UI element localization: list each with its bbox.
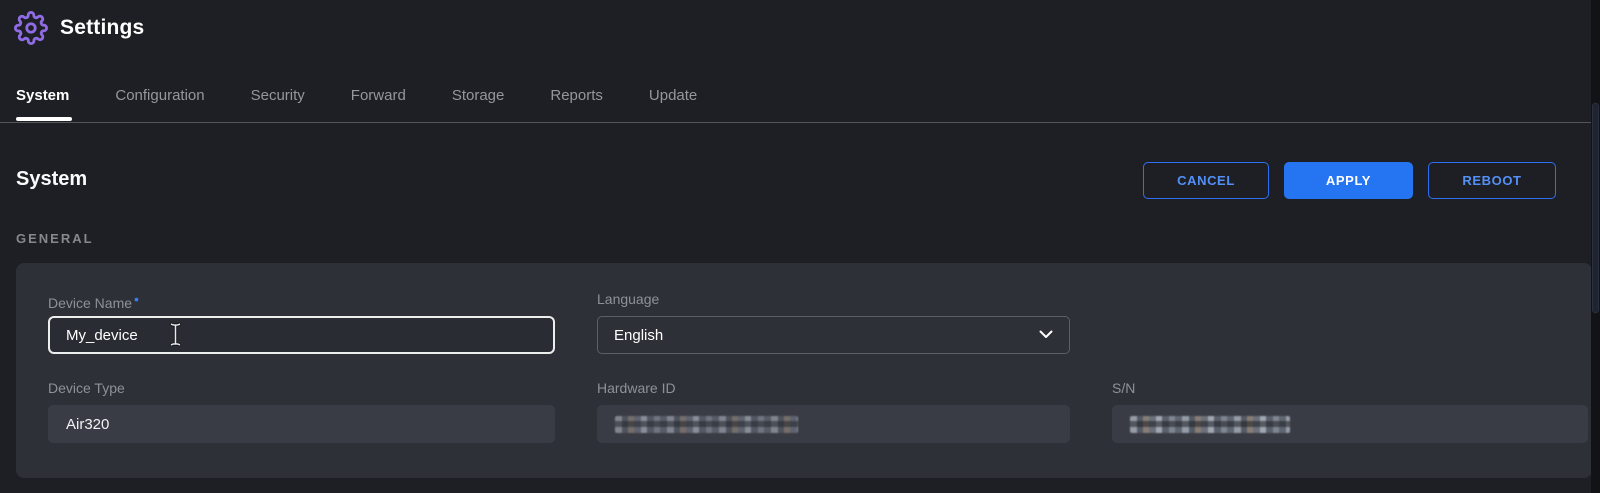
device-type-label: Device Type <box>48 380 555 397</box>
device-type-value: Air320 <box>48 405 555 443</box>
hardware-id-label: Hardware ID <box>597 380 1070 397</box>
chevron-down-icon <box>1039 326 1053 344</box>
scrollbar-thumb[interactable] <box>1592 103 1599 313</box>
gear-icon <box>13 10 49 46</box>
redacted-value <box>615 416 798 433</box>
language-select[interactable]: English <box>597 316 1070 354</box>
tab-storage[interactable]: Storage <box>452 87 505 112</box>
serial-number-label: S/N <box>1112 380 1588 397</box>
device-name-field: Device Name• <box>48 291 555 354</box>
tab-divider <box>0 122 1591 123</box>
tab-security[interactable]: Security <box>251 87 305 112</box>
tab-system[interactable]: System <box>16 87 69 112</box>
hardware-id-field: Hardware ID <box>597 380 1070 443</box>
reboot-button[interactable]: REBOOT <box>1428 162 1556 199</box>
tab-reports[interactable]: Reports <box>550 87 603 112</box>
cancel-button[interactable]: CANCEL <box>1143 162 1269 199</box>
page-title: System <box>16 168 87 191</box>
hardware-id-value <box>597 405 1070 443</box>
apply-button[interactable]: APPLY <box>1284 162 1413 199</box>
tab-forward[interactable]: Forward <box>351 87 406 112</box>
device-type-field: Device Type Air320 <box>48 380 555 443</box>
serial-number-value <box>1112 405 1588 443</box>
app-title: Settings <box>60 16 144 40</box>
serial-number-field: S/N <box>1112 380 1588 443</box>
tab-bar: System Configuration Security Forward St… <box>16 87 697 112</box>
required-marker: • <box>134 291 139 307</box>
tab-update[interactable]: Update <box>649 87 697 112</box>
device-name-label: Device Name• <box>48 291 555 308</box>
language-selected-value: English <box>614 327 663 344</box>
section-label-general: GENERAL <box>16 231 94 246</box>
action-buttons: CANCEL APPLY REBOOT <box>1143 162 1556 199</box>
app-header: Settings <box>0 0 144 55</box>
language-label: Language <box>597 291 1070 308</box>
empty-cell <box>1112 291 1588 354</box>
language-field: Language English <box>597 291 1070 354</box>
tab-configuration[interactable]: Configuration <box>115 87 204 112</box>
device-name-input[interactable] <box>48 316 555 354</box>
general-card: Device Name• Language E <box>16 263 1592 478</box>
redacted-value <box>1130 416 1290 433</box>
